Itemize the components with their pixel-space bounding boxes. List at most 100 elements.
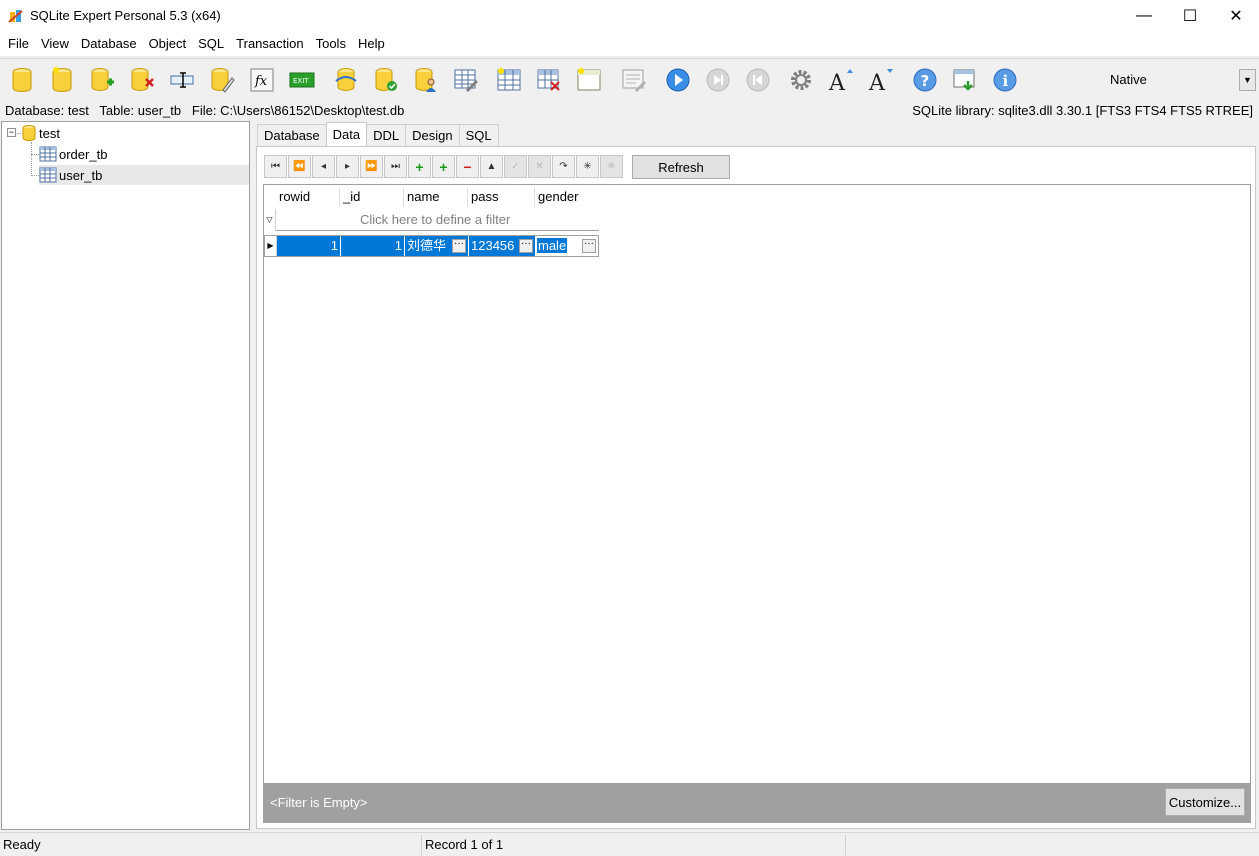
new-view-icon[interactable] bbox=[575, 66, 603, 94]
step-icon[interactable] bbox=[704, 66, 732, 94]
menu-help[interactable]: Help bbox=[352, 32, 391, 56]
menu-bar: File View Database Object SQL Transactio… bbox=[0, 32, 1259, 56]
goto-bookmark-icon[interactable]: ✳ bbox=[600, 155, 623, 178]
delete-table-icon[interactable] bbox=[535, 66, 563, 94]
customize-button[interactable]: Customize... bbox=[1165, 788, 1245, 816]
cell-gender-ellipsis-button[interactable]: ··· bbox=[582, 239, 596, 253]
close-button[interactable]: ✕ bbox=[1213, 0, 1259, 32]
object-tabs: Database Data DDL Design SQL bbox=[257, 122, 499, 146]
column-separator bbox=[467, 187, 468, 207]
sqlite-mode-value: Native bbox=[1110, 72, 1147, 87]
column-separator bbox=[339, 187, 340, 207]
bookmark-icon[interactable]: ✳ bbox=[576, 155, 599, 178]
cell-id[interactable]: 1 bbox=[341, 236, 405, 256]
window-icon[interactable] bbox=[951, 66, 979, 94]
tab-database[interactable]: Database bbox=[257, 124, 327, 146]
menu-object[interactable]: Object bbox=[143, 32, 193, 56]
next-record-icon[interactable]: ▸ bbox=[336, 155, 359, 178]
tree-line bbox=[31, 142, 32, 176]
column-header-rowid[interactable]: rowid bbox=[279, 189, 310, 204]
filter-row[interactable]: Click here to define a filter bbox=[264, 209, 598, 231]
tab-ddl[interactable]: DDL bbox=[366, 124, 407, 146]
svg-text:i: i bbox=[1003, 72, 1009, 90]
app-logo-icon bbox=[8, 10, 23, 23]
refresh-record-icon[interactable]: ↷ bbox=[552, 155, 575, 178]
post-edit-icon[interactable]: ✓ bbox=[504, 155, 527, 178]
append-record-icon[interactable]: + bbox=[432, 155, 455, 178]
menu-view[interactable]: View bbox=[35, 32, 75, 56]
function-icon[interactable]: fx bbox=[248, 66, 276, 94]
table-row[interactable]: ▶ 1 1 刘德华 ··· 123456 ··· male ··· bbox=[264, 235, 599, 257]
first-record-icon[interactable]: ⏮ bbox=[264, 155, 287, 178]
column-header-pass[interactable]: pass bbox=[471, 189, 498, 204]
tree-label-test: test bbox=[39, 125, 60, 141]
toolbar: fx EXIT A A ? i Native ▼ bbox=[0, 58, 1259, 100]
vacuum-database-icon[interactable] bbox=[372, 66, 400, 94]
insert-record-icon[interactable]: + bbox=[408, 155, 431, 178]
cell-gender-value[interactable]: male bbox=[537, 238, 568, 253]
cell-name-value: 刘德华 bbox=[407, 238, 447, 253]
tree-line bbox=[31, 175, 39, 176]
security-icon[interactable] bbox=[412, 66, 440, 94]
prior-page-icon[interactable]: ⏪ bbox=[288, 155, 311, 178]
detach-database-icon[interactable] bbox=[128, 66, 156, 94]
table-icon bbox=[39, 167, 57, 183]
design-table-icon[interactable] bbox=[452, 66, 480, 94]
tab-design[interactable]: Design bbox=[405, 124, 460, 146]
status-separator bbox=[845, 835, 846, 855]
edit-view-icon[interactable] bbox=[620, 66, 648, 94]
sqlite-mode-select[interactable]: Native ▼ bbox=[1070, 69, 1256, 91]
help-icon[interactable]: ? bbox=[911, 66, 939, 94]
edit-sql-icon[interactable] bbox=[208, 66, 236, 94]
menu-transaction[interactable]: Transaction bbox=[230, 32, 309, 56]
maximize-button[interactable]: ☐ bbox=[1167, 0, 1213, 32]
cancel-edit-icon[interactable]: ✕ bbox=[528, 155, 551, 178]
new-table-icon[interactable] bbox=[495, 66, 523, 94]
execute-icon[interactable] bbox=[664, 66, 692, 94]
settings-icon[interactable] bbox=[787, 66, 815, 94]
decrease-font-icon[interactable]: A bbox=[867, 66, 895, 94]
tree-node-user-tb[interactable]: user_tb bbox=[39, 165, 249, 185]
collapse-icon[interactable]: − bbox=[7, 128, 16, 137]
column-header-name[interactable]: name bbox=[407, 189, 440, 204]
table-icon bbox=[39, 146, 57, 162]
next-page-icon[interactable]: ⏩ bbox=[360, 155, 383, 178]
column-header-gender[interactable]: gender bbox=[538, 189, 578, 204]
status-text: Ready bbox=[3, 837, 41, 852]
cell-pass-ellipsis-button[interactable]: ··· bbox=[519, 239, 533, 253]
edit-record-icon[interactable]: ▲ bbox=[480, 155, 503, 178]
increase-font-icon[interactable]: A bbox=[827, 66, 855, 94]
cell-rowid[interactable]: 1 bbox=[277, 236, 341, 256]
status-separator bbox=[421, 835, 422, 855]
last-record-icon[interactable]: ⏭ bbox=[384, 155, 407, 178]
column-separator bbox=[534, 187, 535, 207]
open-database-icon[interactable] bbox=[8, 66, 36, 94]
menu-file[interactable]: File bbox=[2, 32, 35, 56]
refresh-button[interactable]: Refresh bbox=[632, 155, 730, 179]
refresh-database-icon[interactable] bbox=[332, 66, 360, 94]
record-navigator: ⏮ ⏪ ◂ ▸ ⏩ ⏭ + + − ▲ ✓ ✕ ↷ ✳ ✳ bbox=[264, 155, 624, 178]
menu-database[interactable]: Database bbox=[75, 32, 143, 56]
chevron-down-icon[interactable]: ▼ bbox=[1239, 69, 1256, 91]
rename-icon[interactable] bbox=[168, 66, 196, 94]
exit-icon[interactable]: EXIT bbox=[288, 66, 316, 94]
cell-name-ellipsis-button[interactable]: ··· bbox=[452, 239, 466, 253]
tab-sql[interactable]: SQL bbox=[458, 124, 499, 146]
menu-tools[interactable]: Tools bbox=[310, 32, 352, 56]
new-database-icon[interactable] bbox=[48, 66, 76, 94]
tree-node-test[interactable]: test bbox=[21, 123, 62, 143]
delete-record-icon[interactable]: − bbox=[456, 155, 479, 178]
tab-data[interactable]: Data bbox=[325, 122, 368, 146]
menu-sql[interactable]: SQL bbox=[192, 32, 230, 56]
info-icon[interactable]: i bbox=[991, 66, 1019, 94]
filter-panel: <Filter is Empty> Customize... bbox=[263, 783, 1251, 823]
attach-database-icon[interactable] bbox=[88, 66, 116, 94]
column-header-id[interactable]: _id bbox=[343, 189, 360, 204]
filter-placeholder[interactable]: Click here to define a filter bbox=[360, 212, 510, 227]
info-bar: Database: test Table: user_tb File: C:\U… bbox=[0, 101, 1259, 121]
tree-node-order-tb[interactable]: order_tb bbox=[39, 144, 109, 164]
database-info: Database: test Table: user_tb File: C:\U… bbox=[5, 103, 405, 118]
stop-icon[interactable] bbox=[744, 66, 772, 94]
minimize-button[interactable]: — bbox=[1121, 0, 1167, 32]
prior-record-icon[interactable]: ◂ bbox=[312, 155, 335, 178]
